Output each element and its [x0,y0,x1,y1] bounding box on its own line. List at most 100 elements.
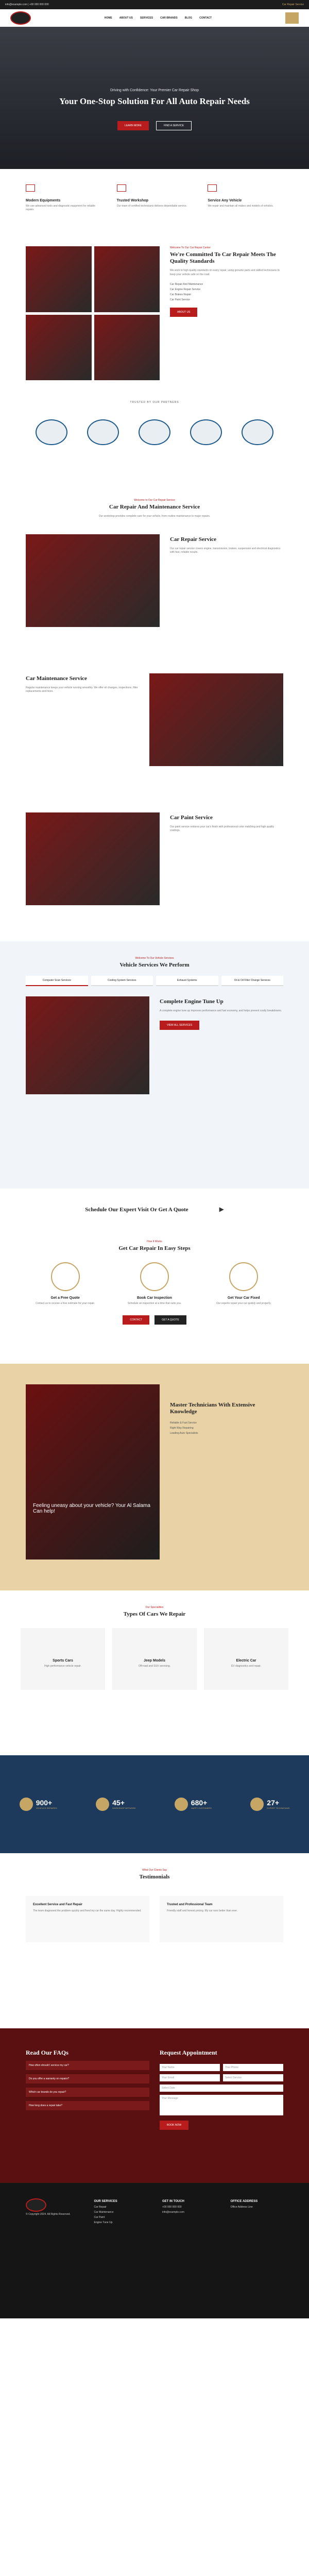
commitment-images [26,246,160,380]
faq-item[interactable]: How long does a repair take? [26,2100,149,2110]
service-text: Regular maintenance keeps your vehicle r… [26,686,138,693]
book-now-button[interactable]: BOOK NOW [160,2120,189,2130]
tune-up-title: Complete Engine Tune Up [160,998,224,1005]
partner-logo [36,419,67,445]
footer-link[interactable]: Engine Tune Up [94,2220,147,2225]
master-technicians: Feeling uneasy about your vehicle? Your … [0,1363,309,1590]
name-field[interactable]: Your Name [160,2063,220,2071]
car-type-card[interactable]: Jeep Models Off-road and SUV servicing. [112,1628,197,1690]
car-type-card[interactable]: Sports Cars High performance vehicle rep… [21,1628,105,1690]
repair-title: Car Repair And Maintenance Service [109,504,200,510]
message-field[interactable]: Your Message [160,2094,283,2115]
workshop-icon [116,184,126,192]
testimonials-title: Testimonials [139,1873,170,1880]
step-text: Our experts repair your car quickly and … [216,1301,271,1305]
contact-button[interactable]: CONTACT [123,1315,150,1325]
nav-contact[interactable]: CONTACT [199,16,212,20]
schedule-title: Schedule Our Expert Visit Or Get A Quote [85,1207,188,1213]
nav-services[interactable]: SERVICES [140,16,153,20]
play-icon[interactable]: ▶ [219,1206,224,1213]
email-field[interactable]: Your Email [160,2074,220,2081]
stat-value: 27+ [267,1799,280,1807]
hero: Driving with Confidence: Your Premier Ca… [0,27,309,169]
service-tabs: Computer Scan Services Cooling System Se… [26,975,283,986]
footer-link[interactable]: Car Repair [94,2205,147,2210]
service-select[interactable]: Select Service [223,2074,283,2081]
view-all-services-button[interactable]: VIEW ALL SERVICES [160,1020,200,1030]
learn-more-button[interactable]: LEARN MORE [117,121,149,131]
footer-link[interactable]: Car Paint [94,2215,147,2220]
section-tag: What Our Clients Say [142,1868,167,1872]
car-type-card[interactable]: Electric Car EV diagnostics and repair. [204,1628,288,1690]
check-item: Car Repair And Maintenance [170,283,203,286]
tools-icon [26,184,35,192]
step-title: Get a Free Quote [50,1296,80,1300]
steps-title: Get Car Repair In Easy Steps [118,1245,191,1251]
feature-item: Modern Equipments We use advanced tools … [26,184,101,231]
footer-logo[interactable] [26,2198,46,2212]
nav-blog[interactable]: BLOG [185,16,192,20]
phone-field[interactable]: Your Phone [223,2063,283,2071]
tab-oil-change[interactable]: Oil & Oil Filter Change Services [221,975,283,986]
section-tag: Our Specialities [145,1605,164,1609]
stat-label: EXPERT TECHNICIANS [267,1807,290,1810]
steps-section: How It Works Get Car Repair In Easy Step… [0,1230,309,1364]
nav-home[interactable]: HOME [105,16,112,20]
footer-link[interactable]: Car Maintenance [94,2210,147,2215]
nav-car-brands[interactable]: CAR BRANDS [160,16,178,20]
partner-logo [139,419,170,445]
step-text: Schedule an inspection at a time that su… [127,1301,182,1305]
check-item: Car Paint Service [170,298,190,302]
tab-cooling-system[interactable]: Cooling System Services [91,975,153,986]
footer-phone[interactable]: +00 000 000 000 [162,2205,215,2210]
find-service-button[interactable]: FIND A SERVICE [156,121,192,131]
hero-eyebrow: Driving with Confidence: Your Premier Ca… [110,89,199,92]
faq-appointment: Read Our FAQs How often should I service… [0,2028,309,2183]
site-logo[interactable] [10,11,31,25]
footer-col-title: GET IN TOUCH [162,2199,184,2203]
footer-col-title: OUR SERVICES [94,2199,117,2203]
paint-image [26,812,160,905]
date-field[interactable]: Select Date [160,2084,283,2092]
feature-title: Trusted Workshop [116,199,148,202]
faq-item[interactable]: How often should I service my car? [26,2060,149,2070]
car-repair-image [26,534,160,627]
car-icon [208,184,217,192]
section-tag: How It Works [147,1240,162,1243]
car-icon [19,1797,33,1811]
customer-icon [174,1797,188,1811]
quote-icon [50,1262,80,1291]
card-title: Sports Cars [53,1658,73,1663]
card-text: High performance vehicle repair. [44,1664,81,1668]
commitment-title: We're Committed To Car Repair Meets The … [170,251,276,265]
footer-email[interactable]: info@example.com [162,2210,215,2215]
stat-label: HAPPY CUSTOMERS [191,1807,212,1810]
faq-item[interactable]: Which car brands do you repair? [26,2087,149,2097]
feature-title: Modern Equipments [26,199,61,202]
faq-item[interactable]: Do you offer a warranty on repairs? [26,2074,149,2083]
about-us-button[interactable]: ABOUT US [170,308,198,317]
tab-exhaust[interactable]: Exhaust Systems [156,975,218,986]
nav-about[interactable]: ABOUT US [119,16,133,20]
card-title: Jeep Models [143,1658,165,1663]
commitment-text: We work to high quality standards on eve… [170,269,280,276]
stat-item: 680+ HAPPY CUSTOMERS [174,1797,212,1811]
section-tag: Welcome to Our Car Repair Service [134,499,175,502]
master-item: Right Way Repairing [170,1427,194,1430]
stat-value: 45+ [112,1799,125,1807]
master-item: Leading Auto Specialists [170,1432,198,1435]
testimonial-card: Trusted and Professional Team Friendly s… [160,1895,283,1942]
master-title: Master Technicians With Extensive Knowle… [170,1401,255,1415]
menu-toggle-button[interactable] [285,12,299,24]
footer: © Copyright 2024. All Rights Reserved. O… [0,2182,309,2318]
car-types: Our Specialities Types Of Cars We Repair… [0,1590,309,1755]
partners-section: TRUSTED BY OUR PARTNERS [0,391,309,494]
car-fixed-icon [229,1262,259,1291]
get-quote-button[interactable]: GET A QUOTE [154,1315,186,1325]
feature-title: Service Any Vehicle [208,199,242,202]
stat-item: 45+ WORKSHOP NETWORK [96,1797,135,1811]
tune-up-image [26,996,149,1094]
service-title: Car Paint Service [170,814,213,821]
master-list: Reliable & Fast Service Right Way Repair… [170,1420,283,1436]
tab-computer-scan[interactable]: Computer Scan Services [26,975,88,986]
